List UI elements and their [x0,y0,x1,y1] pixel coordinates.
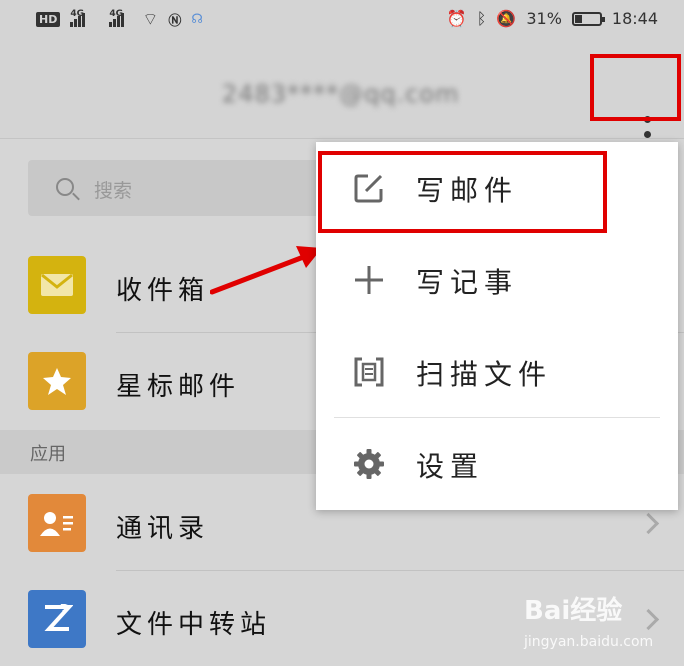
envelope-icon [28,256,86,314]
nfc-icon: Ⓝ [168,14,182,29]
watermark-url: jingyan.baidu.com [524,634,654,650]
menu-item-label: 扫描文件 [416,358,553,391]
hd-badge: HD [36,12,61,27]
folder-label: 收件箱 [116,276,210,306]
annotation-arrow [210,246,322,295]
signal-icon: 4G [70,9,86,27]
menu-item-scan[interactable]: 扫描文件 [316,326,678,418]
highlight-box-more-button [590,54,681,121]
menu-item-new-note[interactable]: 写记事 [316,234,678,326]
transfer-icon [28,590,86,648]
row-divider [116,570,684,571]
search-input[interactable]: 搜索 [28,160,348,216]
menu-item-label: 写记事 [416,266,519,299]
section-label: 应用 [30,444,66,465]
assistant-icon: ☊ [191,12,203,27]
battery-icon [571,11,605,26]
mute-icon: 🔕 [496,9,517,28]
star-icon [28,352,86,410]
search-placeholder: 搜索 [94,180,133,202]
signal-icon-2: 4G [109,9,125,27]
wifi-icon: ⌔ [142,10,159,30]
account-email: 2483****@qq.com [222,80,460,108]
battery-percent: 31% [526,9,562,28]
app-label: 文件中转站 [116,610,272,640]
bluetooth-icon: ᛒ [476,9,487,28]
network-type-1: 4G [70,8,84,19]
menu-item-settings[interactable]: 设置 [316,418,678,510]
search-icon [56,178,74,196]
gear-icon [354,449,384,479]
status-bar: HD 4G 4G ⌔ Ⓝ ☊ ⏰ ᛒ 🔕 31% 18:44 [0,0,684,40]
kebab-dot [643,130,651,138]
app-label: 通讯录 [116,514,210,544]
alarm-icon: ⏰ [446,9,467,28]
app-header: 2483****@qq.com [0,40,684,152]
scan-icon [354,357,384,387]
chevron-right-icon [637,512,660,535]
highlight-box-compose [318,151,607,233]
menu-item-label: 设置 [416,450,485,483]
network-type-2: 4G [109,8,123,19]
watermark-logo: Bai经验 [524,596,623,626]
contact-card-icon [28,494,86,552]
plus-icon [355,266,383,294]
clock: 18:44 [611,9,658,28]
folder-label: 星标邮件 [116,372,241,402]
battery-level [574,14,582,23]
chevron-right-icon [637,608,660,631]
